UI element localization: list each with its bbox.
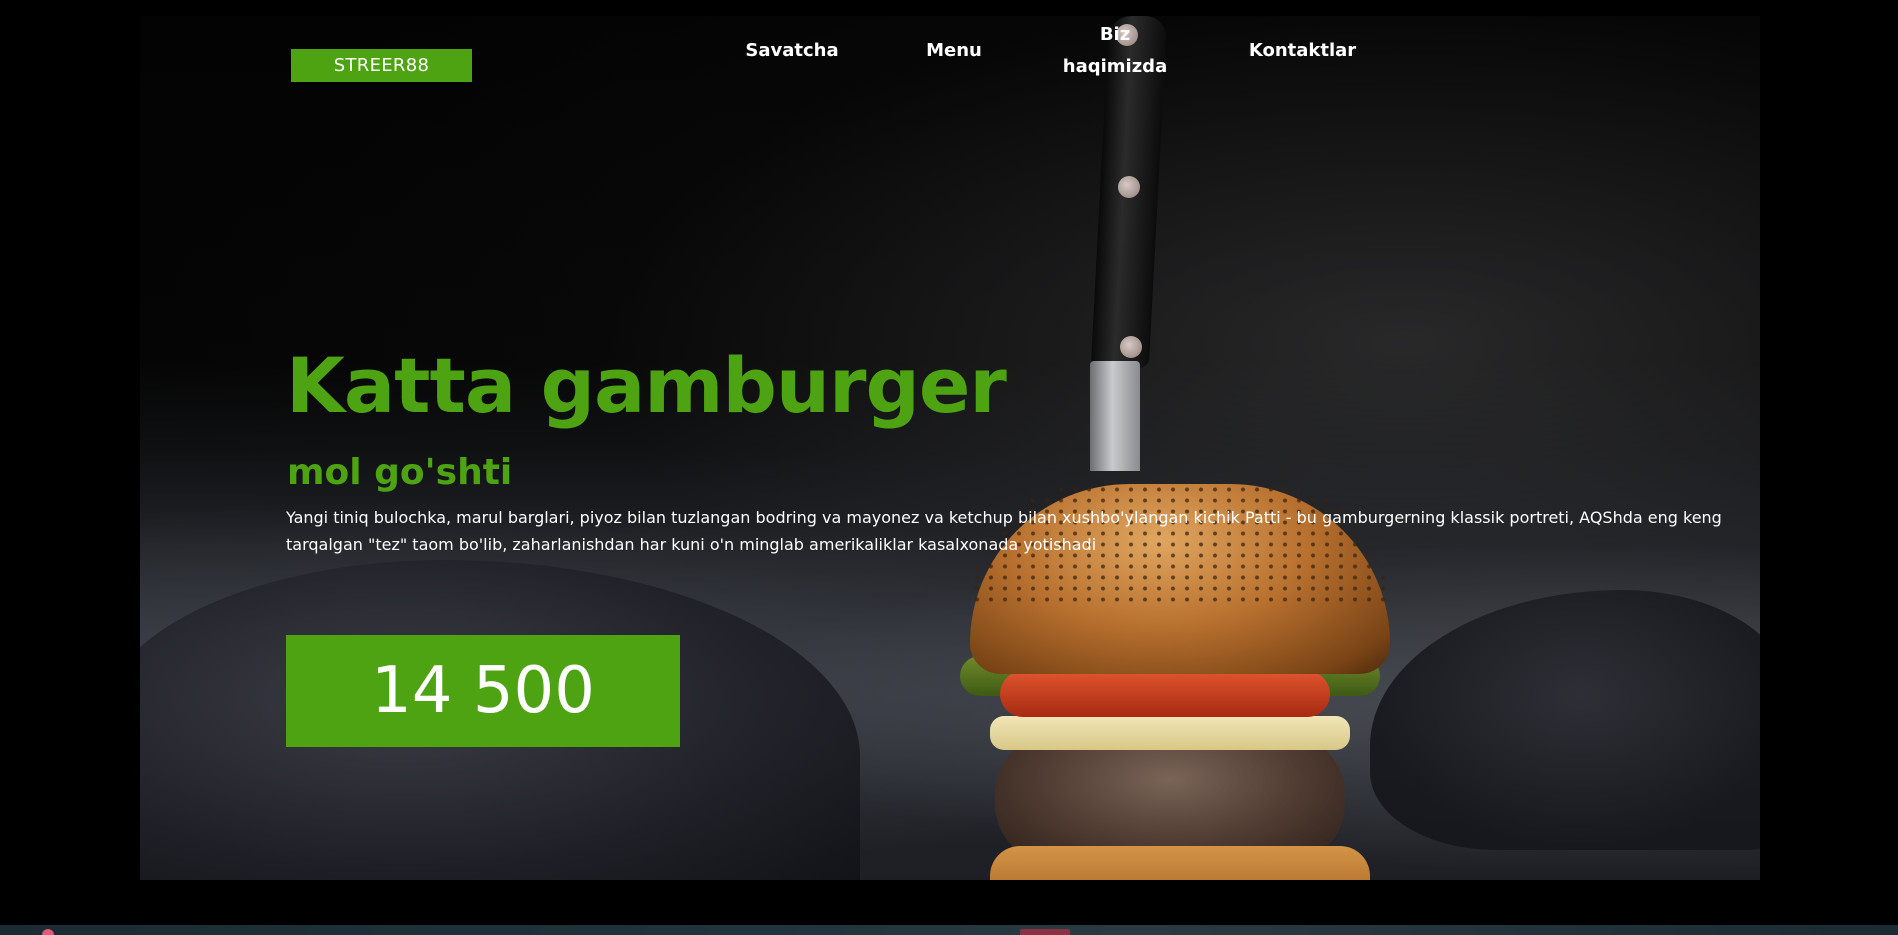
price-button[interactable]: 14 500	[286, 635, 680, 747]
hero-section: STREER88 Savatcha Menu Biz haqimizda Kon…	[140, 16, 1760, 880]
price-text: 14 500	[371, 654, 595, 728]
hero-content: STREER88 Savatcha Menu Biz haqimizda Kon…	[140, 16, 1760, 880]
taskbar-app-icon[interactable]	[42, 929, 54, 935]
product-subtitle: mol go'shti	[287, 452, 513, 493]
os-taskbar	[0, 925, 1898, 935]
product-description: Yangi tiniq bulochka, marul barglari, pi…	[286, 508, 1722, 554]
logo-text: STREER88	[333, 55, 430, 76]
nav-item-label: Menu	[926, 40, 982, 61]
nav-item-label: Biz haqimizda	[1062, 24, 1168, 77]
page: STREER88 Savatcha Menu Biz haqimizda Kon…	[0, 0, 1898, 935]
nav-item-savatcha[interactable]: Savatcha	[717, 16, 867, 86]
product-title: Katta gamburger	[286, 341, 1007, 430]
nav-item-menu[interactable]: Menu	[904, 16, 1004, 86]
logo-link[interactable]: STREER88	[291, 49, 472, 82]
nav-item-label: Kontaktlar	[1248, 40, 1357, 61]
nav-item-kontaktlar[interactable]: Kontaktlar	[1225, 16, 1380, 86]
taskbar-app-tab[interactable]	[1020, 929, 1070, 935]
nav-item-label: Savatcha	[745, 40, 839, 61]
nav-item-biz-haqimizda[interactable]: Biz haqimizda	[1050, 16, 1180, 86]
